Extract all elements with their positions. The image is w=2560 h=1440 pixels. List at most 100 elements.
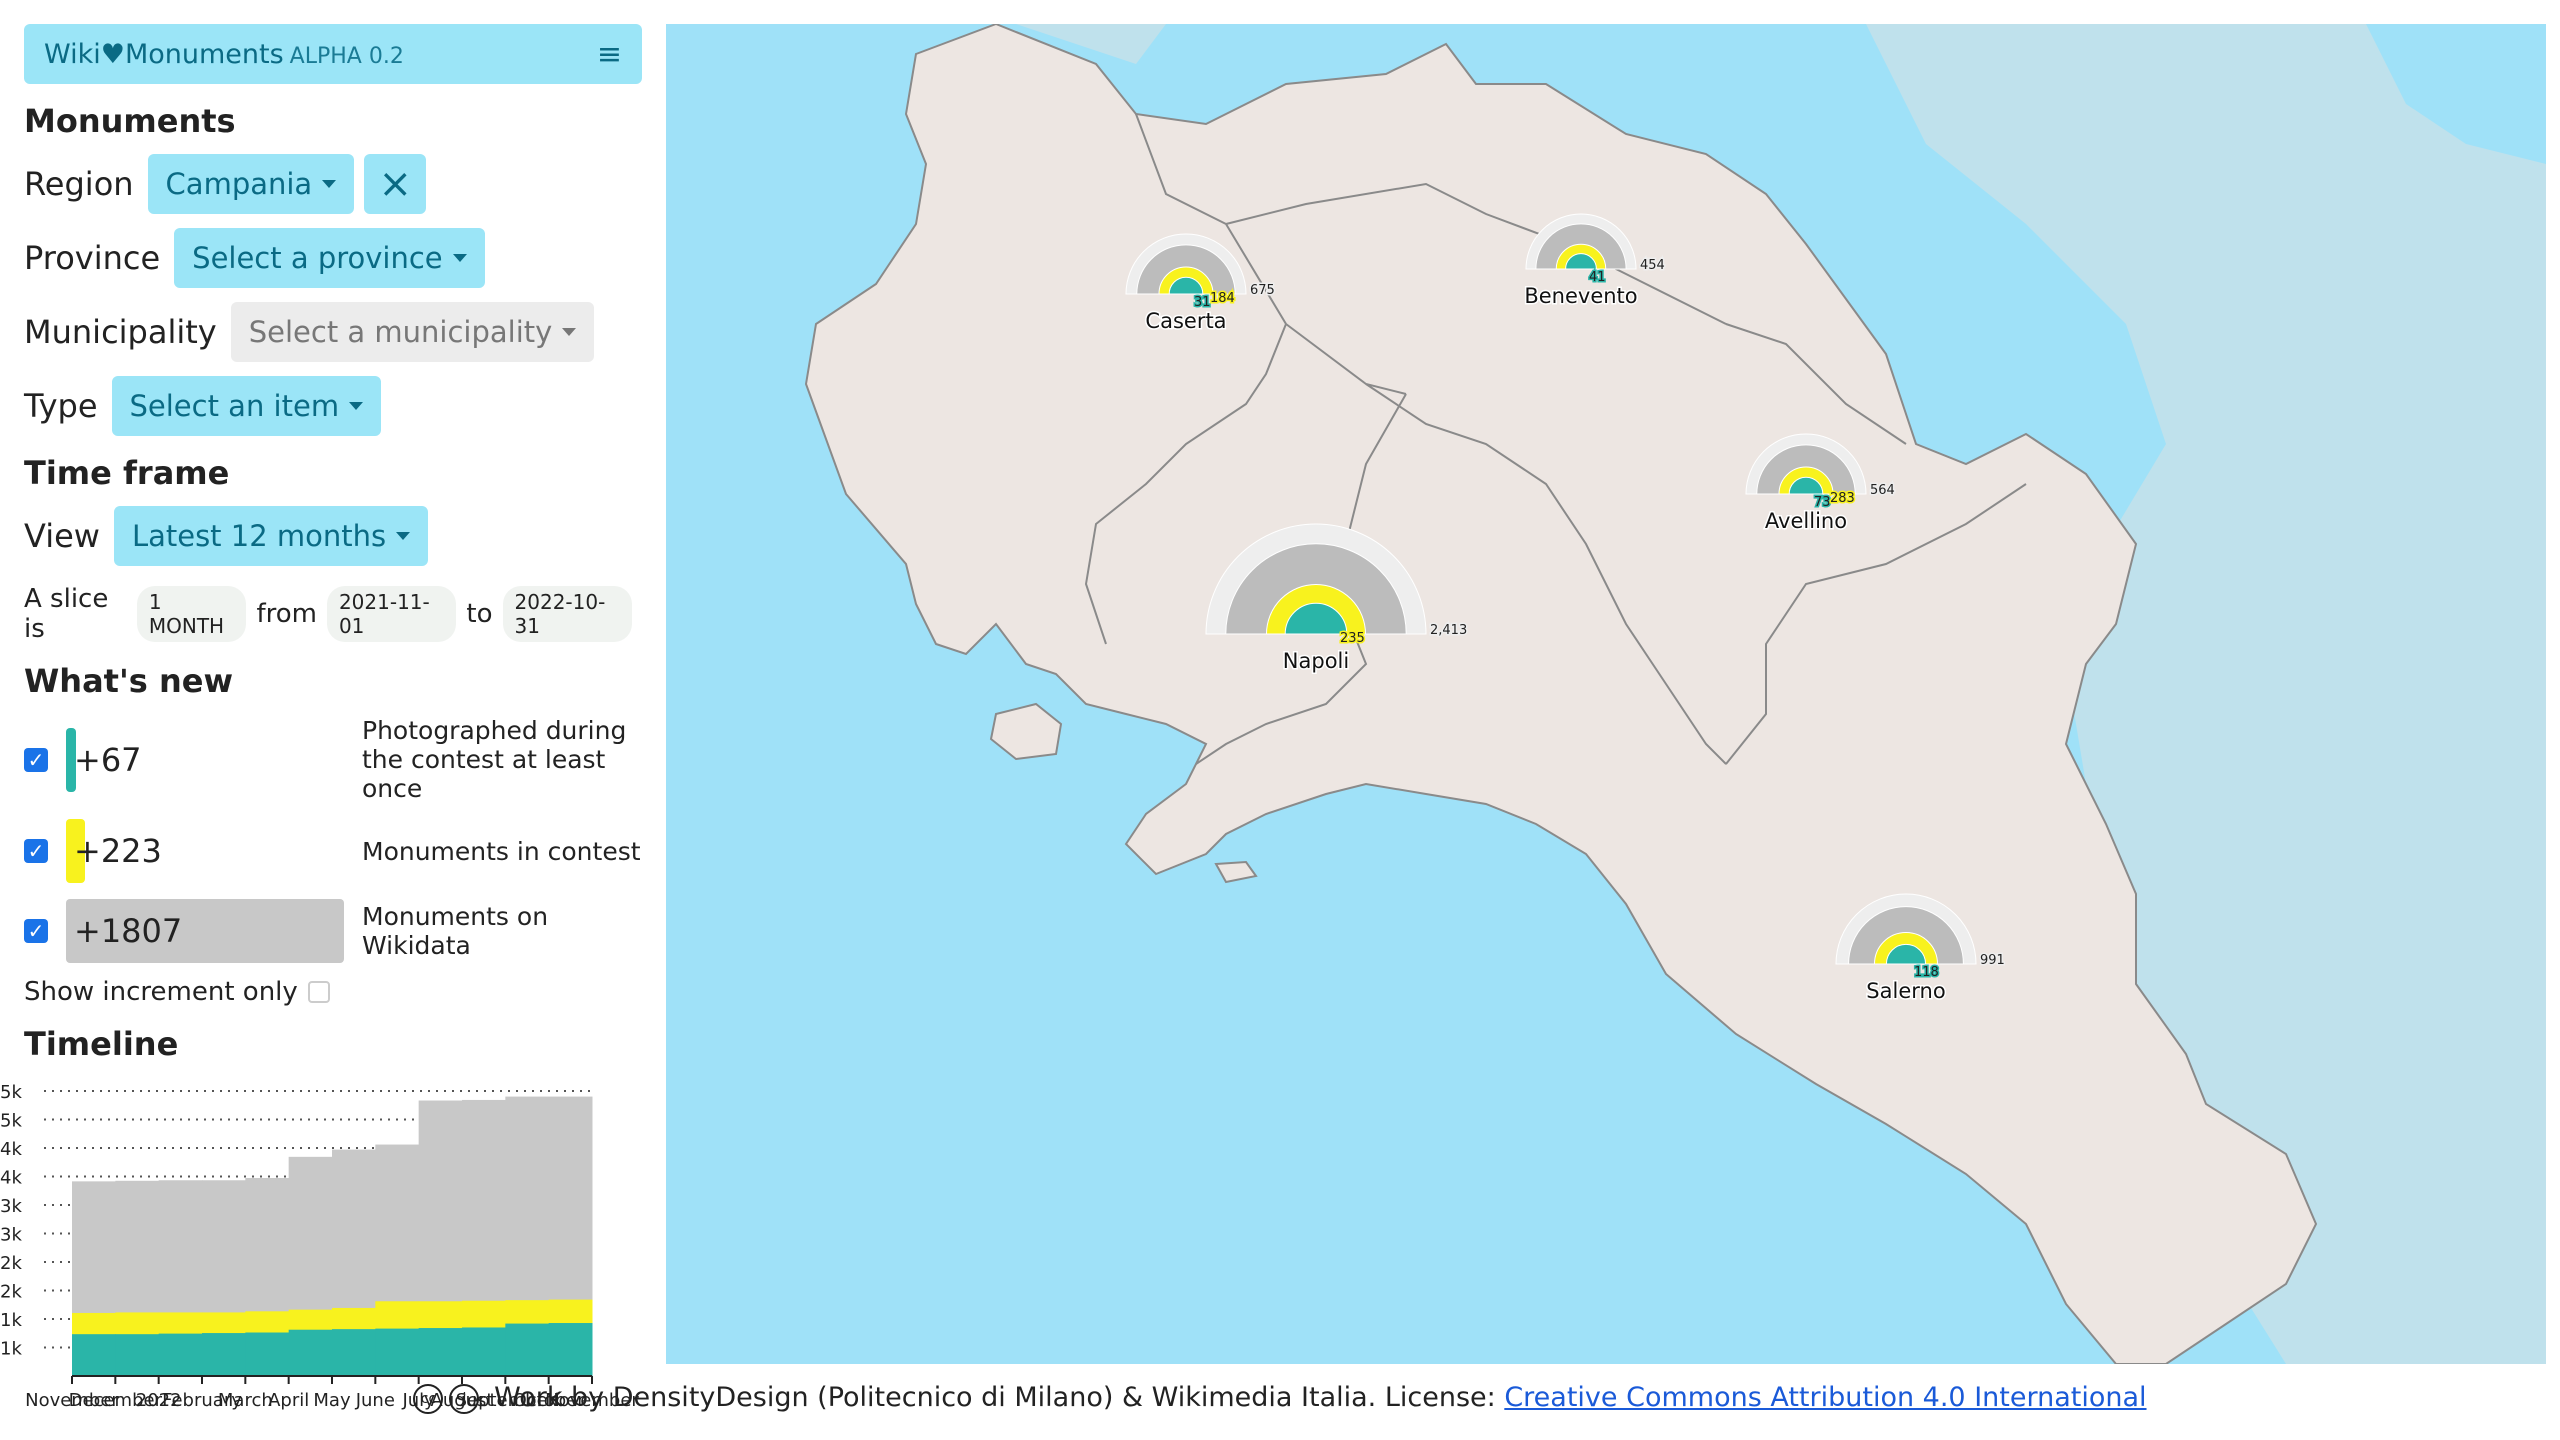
region-label: Region (24, 165, 134, 203)
app-title[interactable]: Wiki♥Monuments ALPHA 0.2 (44, 39, 404, 70)
municipality-value: Select a municipality (248, 315, 553, 349)
photographed-checkbox[interactable]: ✓ (24, 747, 48, 772)
municipality-label: Municipality (24, 313, 217, 351)
app-header: Wiki♥Monuments ALPHA 0.2 ≡ (24, 24, 642, 84)
province-glyph[interactable]: 118 991 Salerno (1826, 884, 2086, 1014)
province-label: Province (24, 239, 161, 277)
view-value: Latest 12 months (131, 519, 387, 553)
glyph-teal-count: 73 (1814, 495, 1831, 510)
timeline-bar (202, 1333, 246, 1376)
province-name-label: Avellino (1765, 509, 1847, 533)
wikidata-value: +1807 (74, 912, 183, 950)
municipality-row: Municipality Select a municipality (24, 302, 642, 362)
province-glyph[interactable]: 41 454Benevento (1516, 204, 1746, 319)
caret-down-icon (562, 328, 577, 336)
y-tick-label: 1k (0, 1339, 22, 1360)
ischia-island (989, 702, 1063, 761)
glyph-yellow-count: 283 (1830, 491, 1855, 506)
caret-down-icon (349, 402, 364, 410)
timeline-bar (332, 1329, 376, 1376)
attribution-icon: i (449, 1383, 480, 1414)
whats-new-item: ✓ +67 Photographed during the contest at… (24, 716, 642, 803)
y-tick-label: 5k (0, 1082, 22, 1103)
y-tick-label: 3k (0, 1225, 22, 1246)
timeline-heading: Timeline (24, 1025, 179, 1063)
y-tick-label: 3k (0, 1196, 22, 1217)
glyph-gray-count: 564 (1870, 483, 1895, 498)
wikidata-bar: +1807 (66, 899, 344, 963)
y-tick-label: 4k (0, 1139, 22, 1160)
glyph-gray-count: 454 (1640, 258, 1665, 273)
province-name-label: Benevento (1524, 284, 1637, 308)
photographed-bar: +67 (66, 727, 344, 792)
app-version: ALPHA 0.2 (289, 43, 404, 69)
slice-from-date: 2021-11-01 (326, 586, 457, 642)
glyph-gray-count: 991 (1980, 953, 2005, 968)
app-name: Wiki♥Monuments (44, 38, 284, 70)
glyph-teal-count: 41 (1589, 270, 1606, 285)
license-link[interactable]: Creative Commons Attribution 4.0 Interna… (1504, 1382, 2146, 1413)
in-contest-label: Monuments in contest (362, 836, 641, 866)
y-tick-label: 2k (0, 1282, 22, 1303)
in-contest-checkbox[interactable]: ✓ (24, 839, 48, 863)
timeline-bar (158, 1333, 203, 1376)
timeline-bar (505, 1323, 550, 1376)
province-glyph[interactable]: 73 283 564 Avellino (1736, 424, 1976, 544)
province-name-label: Napoli (1283, 649, 1349, 673)
timeline-bar (375, 1328, 420, 1376)
glyph-teal-count: 118 (1914, 965, 1939, 980)
slice-from-label: from (256, 599, 317, 629)
wikidata-checkbox[interactable]: ✓ (24, 919, 48, 943)
increment-toggle: Show increment only (24, 977, 642, 1007)
type-row: Type Select an item (24, 376, 642, 436)
type-value: Select an item (129, 389, 340, 423)
increment-checkbox[interactable] (307, 981, 330, 1003)
wikidata-label: Monuments on Wikidata (362, 902, 549, 960)
monuments-heading: Monuments (24, 102, 236, 140)
municipality-dropdown[interactable]: Select a municipality (230, 302, 595, 362)
glyph-gray-count: 2,413 (1430, 623, 1467, 638)
timeline-bar (548, 1323, 593, 1376)
view-row: View Latest 12 months (24, 506, 642, 566)
glyph-yellow-count: 184 (1210, 291, 1235, 306)
cc-icon: cc (413, 1383, 444, 1414)
province-glyph[interactable]: 31 184 675 Caserta (1116, 224, 1356, 344)
timeline-bar (418, 1328, 463, 1376)
sidebar: Wiki♥Monuments ALPHA 0.2 ≡ Monuments Regi… (24, 24, 642, 1063)
y-tick-label: 4k (0, 1168, 22, 1189)
timeline-bar (288, 1329, 333, 1376)
slice-prefix: A slice is (24, 584, 109, 644)
caret-down-icon (322, 180, 337, 188)
timeline-bar (245, 1332, 290, 1376)
caret-down-icon (452, 254, 467, 262)
view-dropdown[interactable]: Latest 12 months (113, 506, 429, 566)
capri-island (1214, 860, 1258, 884)
increment-label: Show increment only (24, 977, 298, 1007)
caret-down-icon (396, 532, 411, 540)
photographed-label: Photographed during the contest at least… (362, 716, 627, 803)
whats-new-item: ✓ +223 Monuments in contest (24, 819, 642, 883)
menu-icon[interactable]: ≡ (597, 37, 622, 72)
timeline-bar (462, 1327, 506, 1376)
slice-info: A slice is 1 MONTH from 2021-11-01 to 20… (24, 584, 642, 644)
glyph-teal-count: 31 (1194, 295, 1211, 310)
whats-new-item: ✓ +1807 Monuments on Wikidata (24, 899, 642, 963)
slice-unit-badge: 1 MONTH (136, 586, 247, 642)
whats-new-heading: What's new (24, 662, 233, 700)
photographed-value: +67 (74, 740, 142, 779)
in-contest-value: +223 (74, 832, 162, 870)
view-label: View (24, 517, 100, 555)
glyph-gray-count: 675 (1250, 283, 1275, 298)
province-glyph[interactable]: 235 2,413 Napoli (1196, 514, 1536, 684)
province-dropdown[interactable]: Select a province (174, 228, 485, 288)
type-dropdown[interactable]: Select an item (111, 376, 382, 436)
region-dropdown[interactable]: Campania (147, 154, 355, 214)
map[interactable]: 31 184 675 Caserta 41 454 Benevento 73 283 564 Ave… (666, 24, 2546, 1364)
y-tick-label: 1k (0, 1310, 22, 1331)
region-row: Region Campania × (24, 154, 642, 214)
glyph-yellow-count: 235 (1340, 631, 1365, 646)
clear-region-button[interactable]: × (364, 154, 427, 214)
in-contest-bar: +223 (66, 819, 344, 883)
province-value: Select a province (192, 241, 443, 275)
type-label: Type (24, 387, 98, 425)
